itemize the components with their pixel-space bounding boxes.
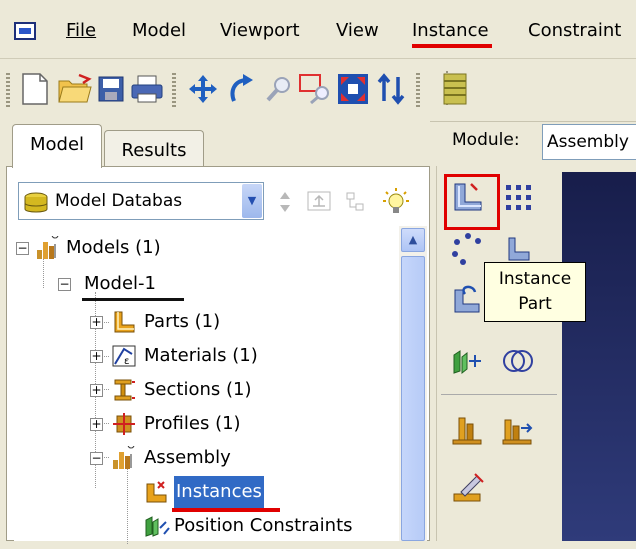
tree-item-position-constraints[interactable]: Position Constraints xyxy=(142,510,402,542)
tooltip-line-1: Instance xyxy=(498,269,572,289)
toolbar-grip-2[interactable] xyxy=(172,73,176,109)
tab-model[interactable]: Model xyxy=(12,124,102,168)
scroll-up-icon[interactable]: ▲ xyxy=(401,228,425,252)
menu-viewport[interactable]: Viewport xyxy=(220,20,300,42)
tree-label: Instances xyxy=(174,476,264,508)
module-selector[interactable]: Assembly xyxy=(542,124,636,160)
toolbar-grip[interactable] xyxy=(6,73,10,109)
tooltip: Instance Part xyxy=(484,262,586,322)
boolean-icon[interactable] xyxy=(497,340,539,382)
tree-item-parts[interactable]: + Parts (1) xyxy=(88,306,368,338)
menu-model[interactable]: Model xyxy=(132,20,186,42)
radial-pattern-icon[interactable] xyxy=(447,228,489,270)
menu-view[interactable]: View xyxy=(336,20,379,42)
auto-fit-icon[interactable] xyxy=(334,69,372,109)
viewport-border xyxy=(562,166,636,172)
database-icon xyxy=(23,191,49,227)
module-label: Module: xyxy=(452,130,520,150)
svg-text:ε: ε xyxy=(124,356,129,367)
expand-toggle[interactable]: + xyxy=(90,384,103,397)
expand-toggle[interactable]: + xyxy=(90,418,103,431)
filter-tree-icon[interactable] xyxy=(344,190,368,218)
chevron-down-icon[interactable]: ▼ xyxy=(242,184,262,218)
scrollbar-thumb[interactable] xyxy=(401,256,425,541)
annotation-underline xyxy=(412,44,492,48)
cycle-views-icon[interactable] xyxy=(372,69,410,109)
tree-item-profiles[interactable]: + Profiles (1) xyxy=(88,408,368,440)
material-icon: ε xyxy=(112,344,136,368)
collapse-toggle[interactable]: − xyxy=(16,242,29,255)
database-selector-value: Model Databas xyxy=(55,191,183,211)
database-selector[interactable]: Model Databas ▼ xyxy=(18,182,264,220)
tree-label: Materials (1) xyxy=(144,345,258,366)
tree-item-materials[interactable]: + ε Materials (1) xyxy=(88,340,368,372)
toolbox-divider xyxy=(441,394,557,395)
menu-instance[interactable]: Instance xyxy=(412,20,489,42)
tree-label: Profiles (1) xyxy=(144,413,241,434)
tree-item-model-1[interactable]: − Model-1 xyxy=(54,268,254,300)
annotation-underline-model xyxy=(82,298,184,301)
models-icon xyxy=(36,231,60,260)
assembly-icon xyxy=(112,441,136,470)
new-file-icon[interactable] xyxy=(16,69,54,109)
viewport-canvas[interactable] xyxy=(562,166,636,541)
menu-file[interactable]: File xyxy=(66,20,96,42)
tree-label: Sections (1) xyxy=(144,379,252,400)
instance-icon xyxy=(144,480,168,504)
print-icon[interactable] xyxy=(128,69,166,109)
section-icon xyxy=(112,378,136,402)
magnify-icon[interactable] xyxy=(260,69,298,109)
collapse-toggle[interactable]: − xyxy=(90,452,103,465)
lightbulb-icon[interactable] xyxy=(382,186,410,220)
tree-scrollbar[interactable]: ▲ xyxy=(399,226,427,541)
tooltip-line-2: Part xyxy=(518,294,552,314)
part-icon xyxy=(112,310,136,334)
rotate-instance-icon[interactable] xyxy=(447,278,489,320)
model-tree: − Models (1) − Model-1 + Parts (1) + ε M… xyxy=(14,226,402,544)
module-selector-value: Assembly xyxy=(547,132,629,152)
module-row: Module: Assembly xyxy=(430,120,636,166)
view-manager-icon[interactable] xyxy=(436,69,474,109)
profile-icon xyxy=(112,412,136,436)
tree-item-assembly[interactable]: − Assembly xyxy=(88,441,368,474)
sort-icon[interactable] xyxy=(278,190,292,218)
app-window-icon[interactable] xyxy=(14,22,36,40)
expand-toggle[interactable]: + xyxy=(90,316,103,329)
create-constraint-icon[interactable] xyxy=(447,410,489,452)
tree-label: Model-1 xyxy=(84,273,156,294)
save-icon[interactable] xyxy=(92,69,130,109)
database-row: Model Databas ▼ xyxy=(12,182,424,222)
annotation-highlight-box xyxy=(444,174,500,230)
linear-pattern-icon[interactable] xyxy=(497,176,539,218)
menu-constraint[interactable]: Constraint xyxy=(528,20,621,42)
constraint-icon xyxy=(144,514,170,538)
tree-item-instances[interactable]: Instances xyxy=(142,476,342,508)
tab-results[interactable]: Results xyxy=(104,130,204,170)
pan-icon[interactable] xyxy=(184,69,222,109)
expand-toggle[interactable]: + xyxy=(90,350,103,363)
merge-cut-icon[interactable] xyxy=(447,340,489,382)
tree-label: Parts (1) xyxy=(144,311,221,332)
box-zoom-icon[interactable] xyxy=(296,69,334,109)
edit-constraint-icon[interactable] xyxy=(497,410,539,452)
open-folder-icon[interactable] xyxy=(56,69,94,109)
tree-item-sections[interactable]: + Sections (1) xyxy=(88,374,368,406)
collapse-toggle[interactable]: − xyxy=(58,278,71,291)
toolbar-grip-3[interactable] xyxy=(416,73,420,109)
rotate-icon[interactable] xyxy=(222,69,260,109)
attachment-icon[interactable] xyxy=(447,466,489,508)
collapse-tree-icon[interactable] xyxy=(306,190,332,216)
tree-label: Position Constraints xyxy=(174,515,353,536)
tree-label: Models (1) xyxy=(66,237,161,258)
tree-item-models[interactable]: − Models (1) xyxy=(14,231,374,264)
menu-bar: File Model Viewport View Instance Constr… xyxy=(0,0,636,58)
tree-label: Assembly xyxy=(144,447,231,468)
toolbar xyxy=(0,58,636,122)
